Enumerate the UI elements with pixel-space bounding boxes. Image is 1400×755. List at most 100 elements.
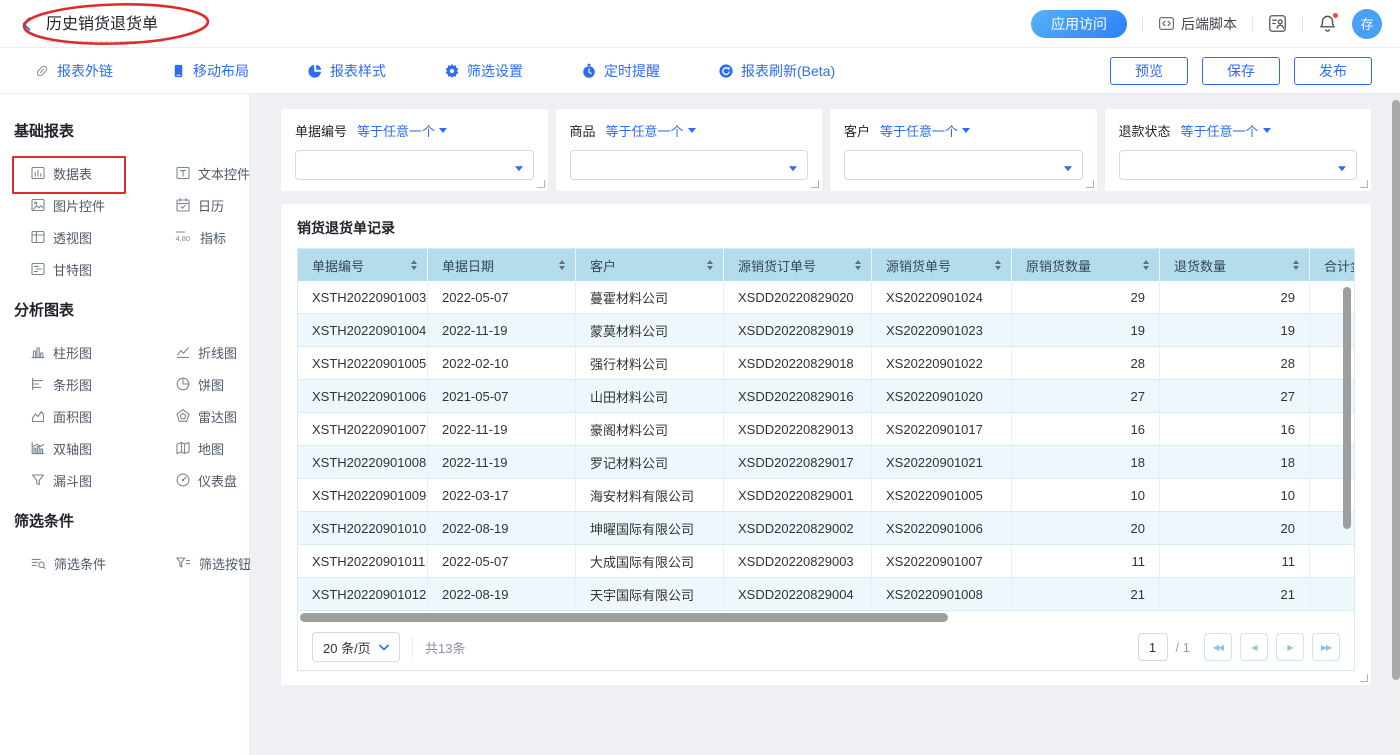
- cell: XSDD20220829004: [724, 578, 872, 610]
- user-list-icon[interactable]: [1268, 14, 1287, 33]
- next-page-button[interactable]: ▶: [1276, 633, 1304, 661]
- table-row[interactable]: XSTH202209010082022-11-19罗记材料公司XSDD20220…: [298, 446, 1354, 479]
- doc-number-filter-card[interactable]: 单据编号 等于任意一个: [281, 109, 548, 191]
- resize-handle[interactable]: [811, 180, 819, 188]
- product-filter-card[interactable]: 商品 等于任意一个: [556, 109, 823, 191]
- resize-handle[interactable]: [1360, 180, 1368, 188]
- table-row[interactable]: XSTH202209010032022-05-07蔓霍材料公司XSDD20220…: [298, 281, 1354, 314]
- sort-icon[interactable]: [855, 260, 861, 270]
- sidebar-item-radar-chart[interactable]: 雷达图: [175, 407, 237, 426]
- cell: 10: [1012, 479, 1160, 511]
- cell: 坤曜国际有限公司: [576, 512, 724, 544]
- sidebar-item-bar-chart[interactable]: 条形图: [30, 375, 92, 394]
- sidebar-item-column-chart[interactable]: 柱形图: [30, 343, 92, 362]
- column-header-6[interactable]: 原销货数量: [1012, 249, 1160, 281]
- sidebar-item-image-widget[interactable]: 图片控件: [30, 196, 105, 215]
- filter-operator-dropdown[interactable]: 等于任意一个: [357, 121, 447, 140]
- sort-icon[interactable]: [1143, 260, 1149, 270]
- preview-button[interactable]: 预览: [1110, 57, 1188, 85]
- sidebar-item-pie-chart[interactable]: 饼图: [175, 375, 224, 394]
- table-vertical-scrollbar[interactable]: [1343, 287, 1351, 529]
- sidebar-item-data-table[interactable]: 数据表: [30, 164, 92, 183]
- sidebar-item-filter-condition[interactable]: 筛选条件: [30, 554, 106, 573]
- page-size-select[interactable]: 20 条/页: [312, 632, 400, 662]
- column-header-8[interactable]: 合计金额: [1310, 249, 1354, 281]
- cell: 2021-05-07: [428, 380, 576, 412]
- toolbar-item-filter-settings[interactable]: 筛选设置: [444, 61, 523, 81]
- sidebar-section-title: 分析图表: [14, 299, 249, 320]
- refund-status-filter-card[interactable]: 退款状态 等于任意一个: [1105, 109, 1372, 191]
- cell: 11: [1012, 545, 1160, 577]
- cell: XSDD20220829019: [724, 314, 872, 346]
- cell: 天宇国际有限公司: [576, 578, 724, 610]
- caret-down-icon: [962, 128, 970, 137]
- notification-bell-icon[interactable]: [1318, 14, 1337, 33]
- toolbar-item-report-refresh[interactable]: 报表刷新(Beta): [718, 61, 835, 81]
- sidebar-item-metric[interactable]: 4,80指标: [175, 228, 226, 247]
- filter-value-select[interactable]: [570, 150, 809, 180]
- toolbar-item-report-style[interactable]: 报表样式: [307, 61, 386, 81]
- sort-icon[interactable]: [411, 260, 417, 270]
- column-header-2[interactable]: 单据日期: [428, 249, 576, 281]
- sidebar-item-pivot-view[interactable]: 透视图: [30, 228, 92, 247]
- toolbar-item-report-external-link[interactable]: 报表外链: [34, 61, 113, 81]
- column-header-7[interactable]: 退货数量: [1160, 249, 1310, 281]
- toolbar-item-timed-reminder[interactable]: 定时提醒: [581, 61, 660, 81]
- filter-operator-dropdown[interactable]: 等于任意一个: [880, 121, 970, 140]
- table-row[interactable]: XSTH202209010102022-08-19坤曜国际有限公司XSDD202…: [298, 512, 1354, 545]
- sidebar-item-area-chart[interactable]: 面积图: [30, 407, 92, 426]
- table-row[interactable]: XSTH202209010112022-05-07大成国际有限公司XSDD202…: [298, 545, 1354, 578]
- filter-value-select[interactable]: [295, 150, 534, 180]
- sidebar-item-map-chart[interactable]: 地图: [175, 439, 224, 458]
- customer-filter-card[interactable]: 客户 等于任意一个: [830, 109, 1097, 191]
- first-page-button[interactable]: ◀◀: [1204, 633, 1232, 661]
- backend-script-button[interactable]: 后端脚本: [1158, 14, 1237, 34]
- caret-down-icon: [439, 128, 447, 137]
- column-header-4[interactable]: 源销货订单号: [724, 249, 872, 281]
- sidebar-item-funnel-chart[interactable]: 漏斗图: [30, 471, 92, 490]
- table-row[interactable]: XSTH202209010072022-11-19豪阁材料公司XSDD20220…: [298, 413, 1354, 446]
- filter-operator-dropdown[interactable]: 等于任意一个: [1181, 121, 1271, 140]
- sort-icon[interactable]: [707, 260, 713, 270]
- filter-value-select[interactable]: [844, 150, 1083, 180]
- sort-icon[interactable]: [1293, 260, 1299, 270]
- sort-icon[interactable]: [559, 260, 565, 270]
- column-header-3[interactable]: 客户: [576, 249, 724, 281]
- prev-page-button[interactable]: ◀: [1240, 633, 1268, 661]
- sidebar-item-line-chart[interactable]: 折线图: [175, 343, 237, 362]
- sidebar-item-text-widget[interactable]: 文本控件: [175, 164, 250, 183]
- avatar[interactable]: 存: [1352, 9, 1382, 39]
- last-page-button[interactable]: ▶▶: [1312, 633, 1340, 661]
- back-icon[interactable]: [18, 15, 36, 33]
- filter-value-select[interactable]: [1119, 150, 1358, 180]
- cell: XSDD20220829020: [724, 281, 872, 313]
- sidebar-item-gauge-chart[interactable]: 仪表盘: [175, 471, 237, 490]
- table-horizontal-scrollbar[interactable]: [300, 613, 948, 622]
- current-page-input[interactable]: 1: [1138, 633, 1168, 661]
- app-access-button[interactable]: 应用访问: [1031, 10, 1127, 38]
- sidebar-item-calendar[interactable]: 日历: [175, 196, 224, 215]
- column-header-1[interactable]: 单据编号: [298, 249, 428, 281]
- toolbar-item-mobile-layout[interactable]: 移动布局: [171, 61, 249, 81]
- cell: XSTH20220901008: [298, 446, 428, 478]
- filter-operator-dropdown[interactable]: 等于任意一个: [606, 121, 696, 140]
- table-widget-card[interactable]: 销货退货单记录 单据编号单据日期客户源销货订单号源销货单号原销货数量退货数量合计…: [281, 204, 1371, 685]
- page-scrollbar-thumb[interactable]: [1392, 100, 1400, 680]
- sidebar-item-gantt-chart[interactable]: 甘特图: [30, 260, 92, 279]
- resize-handle[interactable]: [1360, 674, 1368, 682]
- table-row[interactable]: XSTH202209010052022-02-10强行材料公司XSDD20220…: [298, 347, 1354, 380]
- sort-icon[interactable]: [995, 260, 1001, 270]
- cell: 山田材料公司: [576, 380, 724, 412]
- save-button[interactable]: 保存: [1202, 57, 1280, 85]
- table-row[interactable]: XSTH202209010042022-11-19蒙莫材料公司XSDD20220…: [298, 314, 1354, 347]
- cell: XSTH20220901007: [298, 413, 428, 445]
- table-row[interactable]: XSTH202209010122022-08-19天宇国际有限公司XSDD202…: [298, 578, 1354, 611]
- resize-handle[interactable]: [537, 180, 545, 188]
- sidebar-item-filter-button[interactable]: 筛选按钮: [175, 554, 251, 573]
- column-header-5[interactable]: 源销货单号: [872, 249, 1012, 281]
- publish-button[interactable]: 发布: [1294, 57, 1372, 85]
- sidebar-item-dual-axis-chart[interactable]: 双轴图: [30, 439, 92, 458]
- resize-handle[interactable]: [1086, 180, 1094, 188]
- table-row[interactable]: XSTH202209010062021-05-07山田材料公司XSDD20220…: [298, 380, 1354, 413]
- table-row[interactable]: XSTH202209010092022-03-17海安材料有限公司XSDD202…: [298, 479, 1354, 512]
